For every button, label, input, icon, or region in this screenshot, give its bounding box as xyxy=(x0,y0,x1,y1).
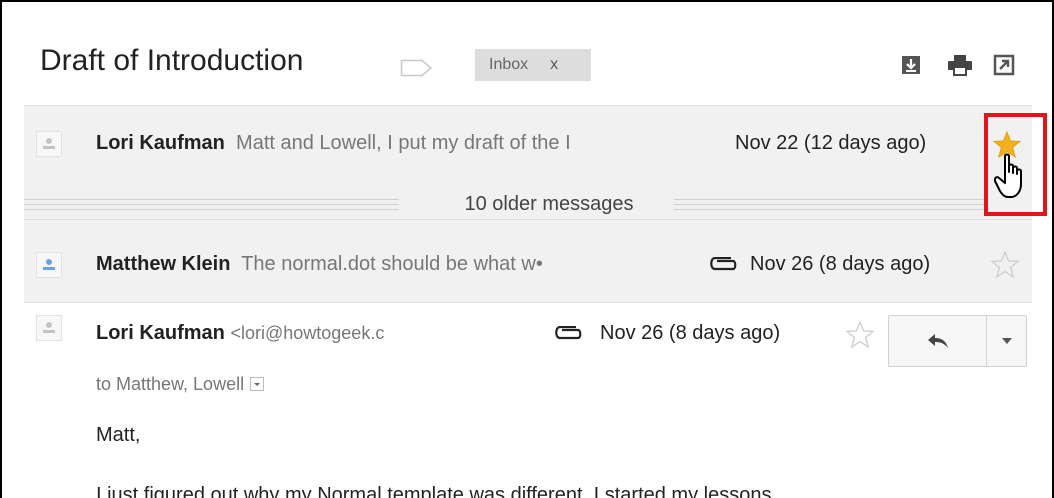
older-messages-label[interactable]: 10 older messages xyxy=(424,193,674,216)
avatar xyxy=(36,252,62,278)
show-details-button[interactable] xyxy=(250,377,265,391)
star-icon[interactable] xyxy=(990,250,1020,280)
star-icon[interactable] xyxy=(845,320,875,350)
message-date: Nov 26 (8 days ago) xyxy=(750,253,931,275)
sender-name: Lori Kaufman xyxy=(96,132,225,154)
recipients-text: to Matthew, Lowell xyxy=(96,374,245,394)
more-actions-button[interactable] xyxy=(986,316,1026,366)
download-icon[interactable] xyxy=(900,54,922,76)
sender-name: Lori Kaufman xyxy=(96,322,225,344)
inbox-label-text: Inbox xyxy=(489,56,529,73)
paperclip-icon xyxy=(555,326,582,340)
older-messages-bar[interactable]: 10 older messages xyxy=(24,185,1032,225)
message-header: Lori Kaufman <lori@howtogeek.c xyxy=(96,322,516,345)
message-date: Nov 22 (12 days ago) xyxy=(735,132,927,154)
divider xyxy=(24,302,1032,303)
reply-button-group xyxy=(888,315,1027,367)
print-icon[interactable] xyxy=(947,54,973,76)
message-body-greeting: Matt, xyxy=(96,424,141,446)
message-date: Nov 26 (8 days ago) xyxy=(600,322,781,344)
reply-button[interactable] xyxy=(889,316,986,366)
email-thread-view: Draft of Introduction Inbox x Lori Kaufm… xyxy=(0,0,1054,498)
paperclip-icon xyxy=(710,257,737,271)
sender-name: Matthew Klein xyxy=(96,253,231,275)
avatar xyxy=(36,315,62,341)
message-summary: Matthew Klein The normal.dot should be w… xyxy=(96,253,696,276)
person-icon xyxy=(43,138,55,149)
message-body-line: I just figured out why my Normal templat… xyxy=(96,484,772,498)
message-snippet: The normal.dot should be what w• xyxy=(241,253,543,275)
dropdown-arrow-icon xyxy=(1001,338,1012,344)
avatar xyxy=(36,131,62,157)
highlight-box xyxy=(984,113,1047,216)
message-snippet: Matt and Lowell, I put my draft of the I xyxy=(236,132,571,154)
divider xyxy=(24,105,1032,106)
thread-subject: Draft of Introduction xyxy=(40,44,304,77)
reply-icon xyxy=(927,334,948,348)
label-outline-icon[interactable] xyxy=(400,58,434,78)
remove-label-button[interactable]: x xyxy=(550,56,558,74)
dropdown-arrow-icon xyxy=(254,383,261,386)
sender-email: <lori@howtogeek.c xyxy=(230,323,385,343)
recipients-line: to Matthew, Lowell xyxy=(96,374,265,395)
person-icon xyxy=(43,259,55,270)
person-icon xyxy=(43,322,55,333)
new-window-icon[interactable] xyxy=(993,54,1015,76)
message-summary: Lori Kaufman Matt and Lowell, I put my d… xyxy=(96,132,726,155)
inbox-label-chip: Inbox x xyxy=(475,49,591,81)
